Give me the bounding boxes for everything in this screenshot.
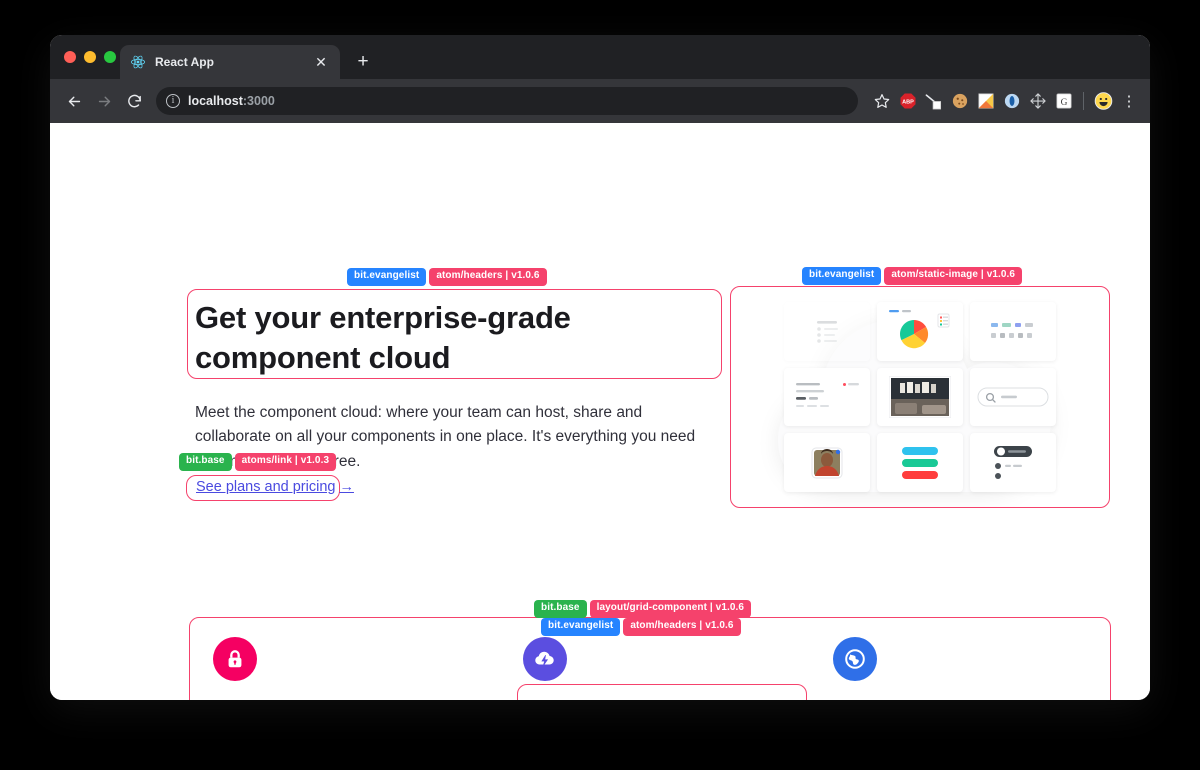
smiley-avatar-icon[interactable] (1094, 92, 1113, 111)
cloud-illustration (730, 286, 1110, 508)
browser-titlebar: React App ✕ + (50, 35, 1150, 79)
feature-zero-setup-overhead: bit.evangelist atom/headers | v1.0.6 Zer… (499, 618, 807, 700)
badge-scope: bit.base (179, 453, 232, 471)
browser-toolbar: i localhost :3000 ABP G ⋮ (50, 79, 1150, 123)
globe-icon (833, 637, 877, 681)
badge-name: atom/headers | v1.0.6 (623, 618, 741, 636)
color-note-icon[interactable] (976, 92, 995, 111)
pie-chart-card (877, 302, 963, 361)
kebab-menu-icon[interactable]: ⋮ (1120, 94, 1138, 109)
zero-setup-component-badge[interactable]: bit.evangelist atom/headers | v1.0.6 (541, 618, 741, 636)
browser-tab[interactable]: React App ✕ (120, 45, 340, 79)
address-bar[interactable]: i localhost :3000 (156, 87, 858, 115)
link-component-badge[interactable]: bit.base atoms/link | v1.0.3 (179, 453, 337, 471)
list-card (784, 302, 870, 361)
badge-scope: bit.evangelist (541, 618, 621, 636)
badge-name: atom/headers | v1.0.6 (429, 268, 547, 286)
zero-setup-highlight-box (517, 684, 807, 700)
react-logo-icon (130, 54, 146, 70)
feature-grid: Private and secured Keep your code priva… (189, 617, 1111, 700)
link-label: See plans and pricing (196, 479, 336, 495)
arrow-right-icon[interactable] (90, 87, 118, 115)
toggle-card (970, 433, 1056, 492)
plus-icon[interactable]: + (350, 48, 376, 74)
svg-text:G: G (1060, 98, 1067, 108)
omnibox-host: localhost (188, 94, 243, 108)
header-component-badge[interactable]: bit.evangelist atom/headers | v1.0.6 (347, 268, 547, 286)
adblock-plus-icon[interactable]: ABP (898, 92, 917, 111)
badge-scope: bit.base (534, 600, 587, 618)
arrow-right-icon: → (339, 479, 354, 495)
cloud-lightning-icon (523, 637, 567, 681)
feature-private-and-secured: Private and secured Keep your code priva… (189, 637, 491, 700)
svg-text:ABP: ABP (902, 99, 914, 105)
window-controls (64, 51, 116, 63)
badge-name: atom/static-image | v1.0.6 (884, 267, 1023, 285)
badge-scope: bit.evangelist (802, 267, 882, 285)
grammarly-g-icon[interactable]: G (1054, 92, 1073, 111)
lock-icon (213, 637, 257, 681)
star-icon[interactable] (868, 87, 896, 115)
close-icon[interactable]: ✕ (312, 53, 330, 71)
see-plans-and-pricing-link[interactable]: See plans and pricing → (196, 479, 354, 495)
info-circle-icon: i (166, 94, 180, 108)
omnibox-port: :3000 (242, 94, 275, 108)
browser-window: React App ✕ + i localhost :3000 ABP G ⋮ … (50, 35, 1150, 700)
grid-component-badge[interactable]: bit.base layout/grid-component | v1.0.6 (534, 600, 752, 618)
minimize-window-button[interactable] (84, 51, 96, 63)
maximize-window-button[interactable] (104, 51, 116, 63)
reload-icon[interactable] (120, 87, 148, 115)
close-window-button[interactable] (64, 51, 76, 63)
text-block-card (784, 367, 870, 427)
extensions-row: ABP G ⋮ (898, 92, 1140, 111)
blue-drop-icon[interactable] (1002, 92, 1021, 111)
icon-row-card (970, 302, 1056, 361)
arrow-left-icon[interactable] (60, 87, 88, 115)
component-card-grid (784, 302, 1056, 492)
page-viewport: bit.evangelist atom/headers | v1.0.6 Get… (50, 123, 1150, 700)
badge-scope: bit.evangelist (347, 268, 427, 286)
photo-card (877, 367, 963, 427)
static-image-component-badge[interactable]: bit.evangelist atom/static-image | v1.0.… (802, 267, 1023, 285)
cookie-icon[interactable] (950, 92, 969, 111)
button-stack-card (877, 433, 963, 492)
badge-name: atoms/link | v1.0.3 (234, 453, 337, 471)
tab-title: React App (155, 55, 214, 69)
move-cross-icon[interactable] (1028, 92, 1047, 111)
search-input-card (970, 367, 1056, 427)
badge-name: layout/grid-component | v1.0.6 (589, 600, 752, 618)
avatar-card (784, 433, 870, 492)
feature-no-vendor-locking: No vendor locking Move components to any… (809, 637, 1111, 700)
toolbar-divider (1083, 92, 1084, 110)
pen-square-icon[interactable] (924, 92, 943, 111)
page-title: Get your enterprise-grade component clou… (195, 300, 571, 375)
